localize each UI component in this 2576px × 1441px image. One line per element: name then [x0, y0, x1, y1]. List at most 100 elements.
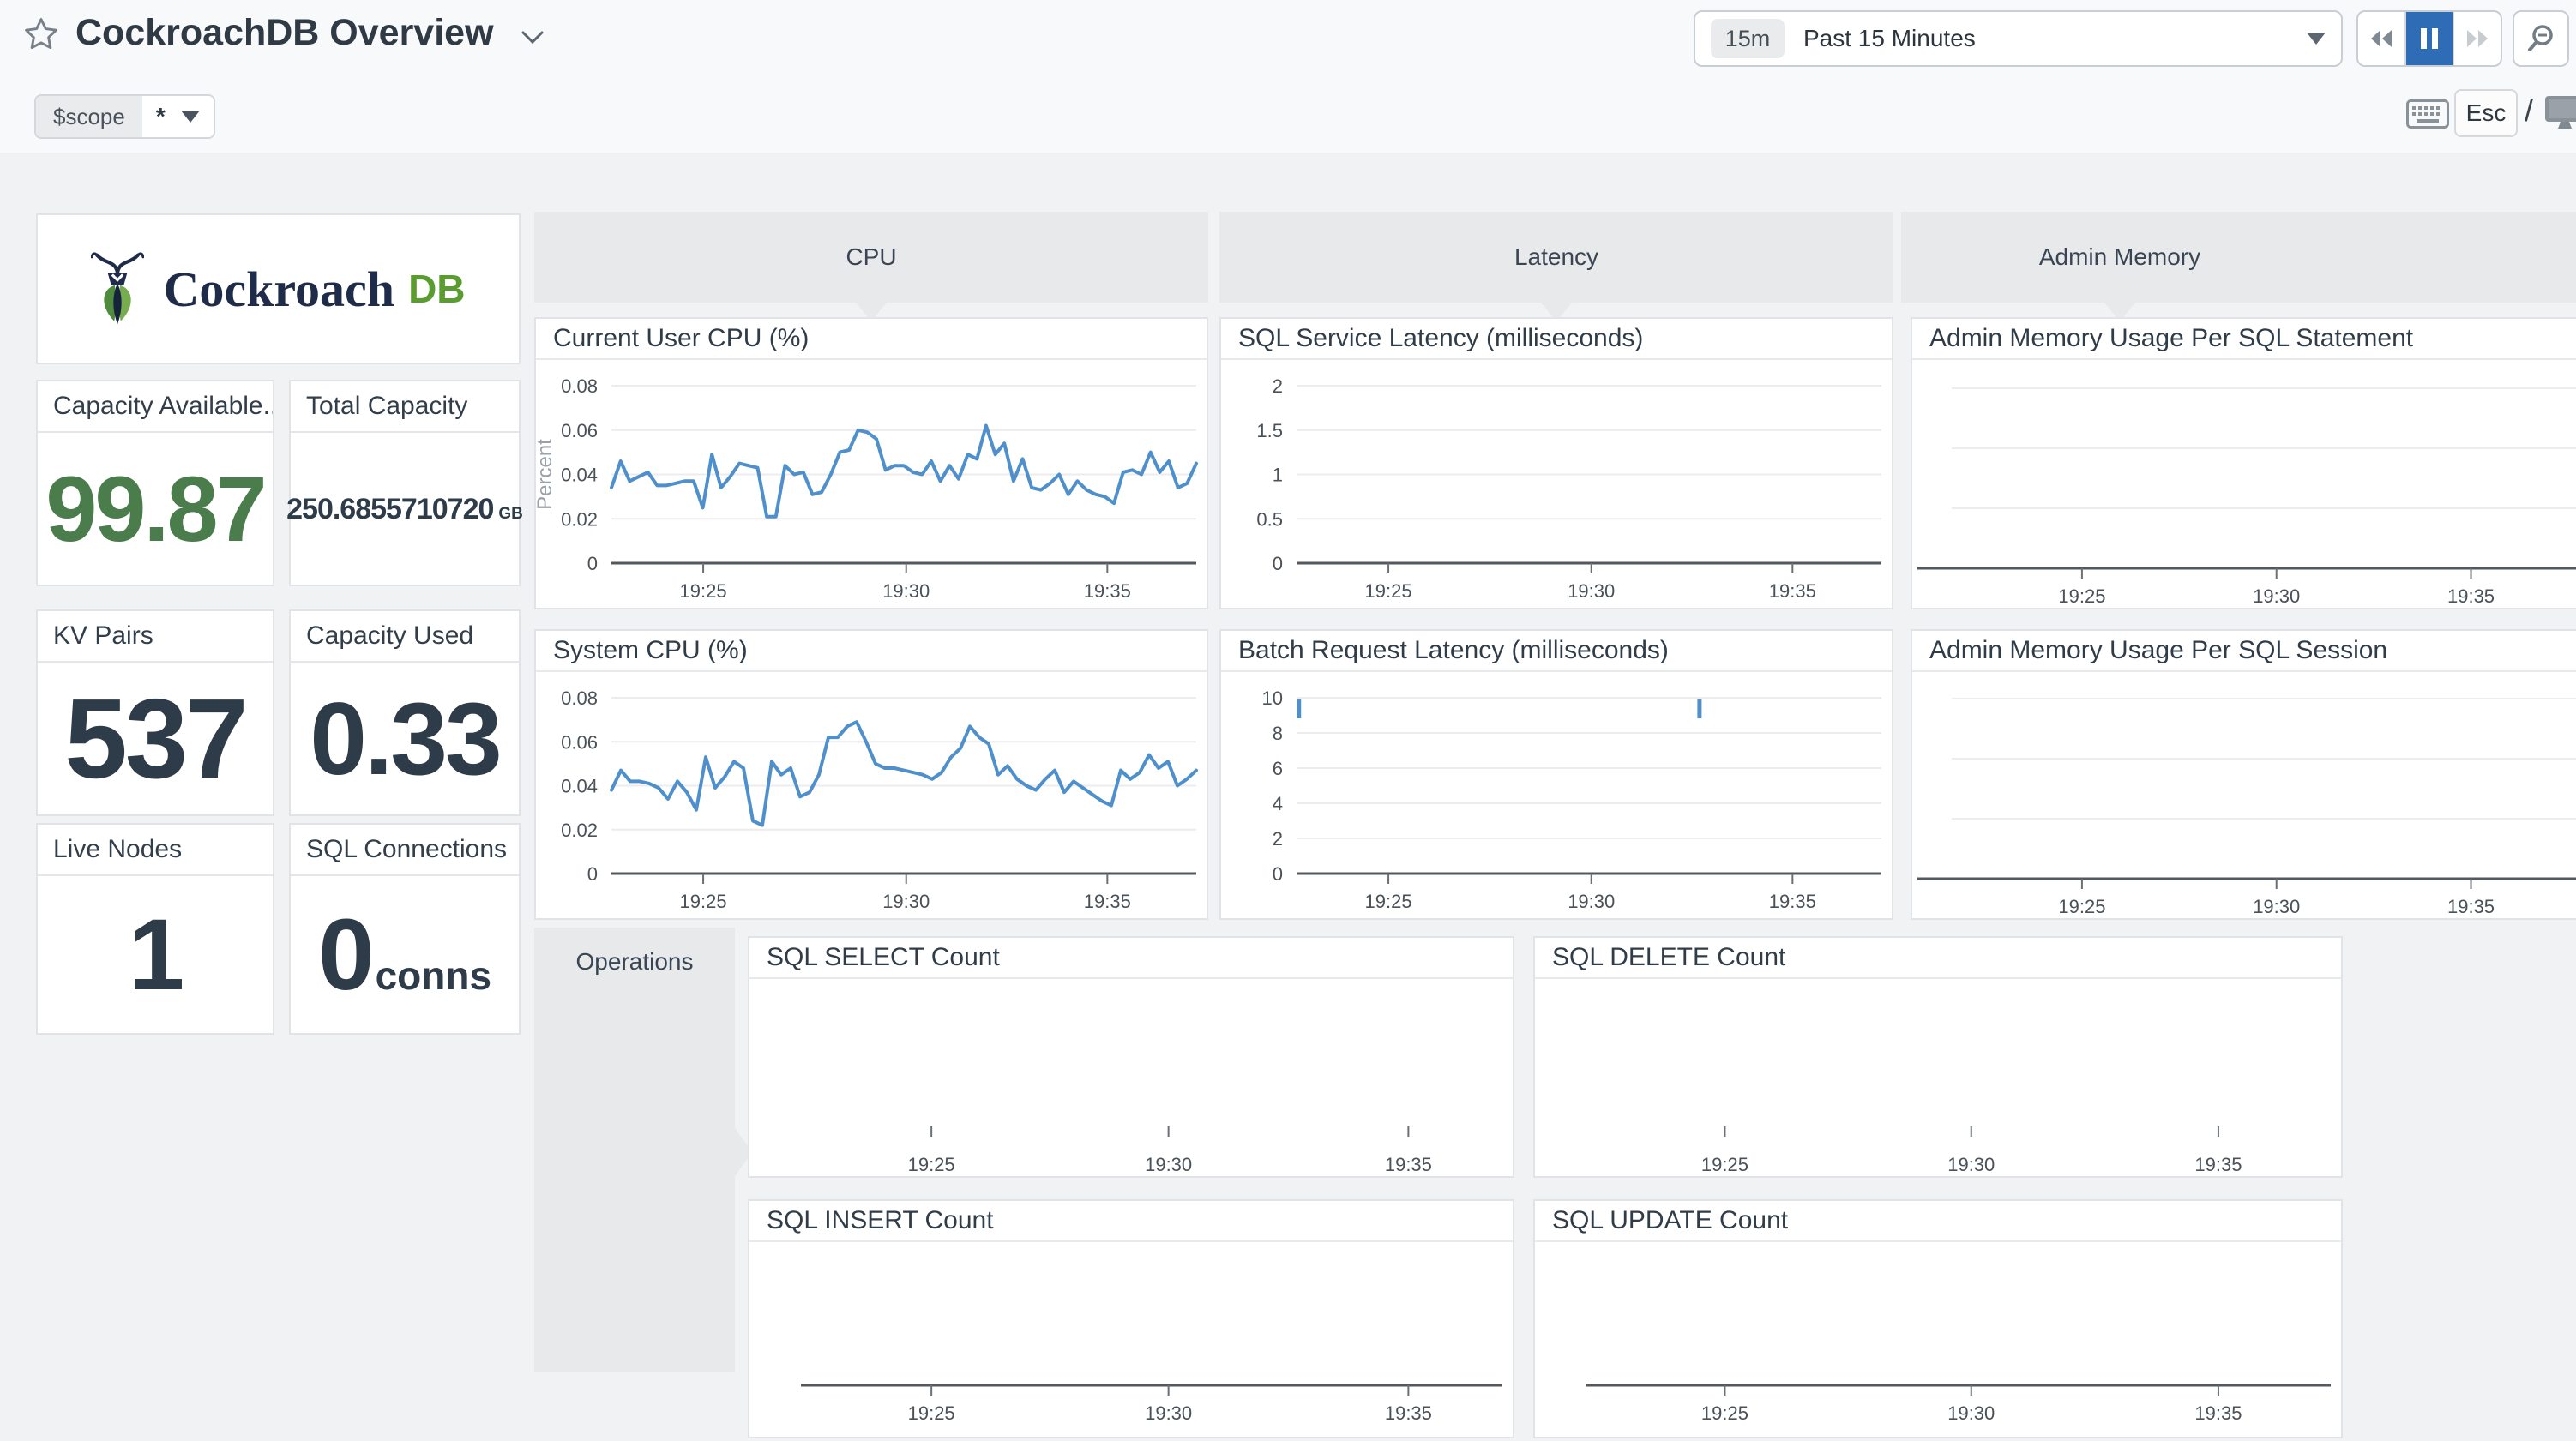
- magnifier-minus-icon: [2525, 23, 2556, 54]
- svg-text:19:25: 19:25: [2058, 896, 2105, 917]
- fast-forward-button[interactable]: [2453, 12, 2501, 65]
- group-label: CPU: [846, 243, 896, 271]
- svg-text:19:35: 19:35: [2447, 896, 2495, 917]
- stat-title: Total Capacity: [291, 381, 519, 433]
- time-dropdown-caret-icon: [2307, 33, 2326, 45]
- svg-text:19:25: 19:25: [680, 891, 727, 912]
- logo-suffix: DB: [408, 266, 465, 312]
- template-var-name: $scope: [36, 96, 142, 137]
- time-range-selector[interactable]: 15m Past 15 Minutes: [1694, 10, 2343, 67]
- svg-text:19:30: 19:30: [1145, 1154, 1192, 1175]
- chart-plot-system-cpu[interactable]: 0.080.060.040.02019:2519:3019:35: [536, 672, 1207, 918]
- chart-title: SQL SELECT Count: [749, 938, 1513, 979]
- stat-value: 537: [64, 682, 245, 796]
- stat-card-total-capacity: Total Capacity 250.6855710720GB: [289, 380, 521, 586]
- star-icon[interactable]: [22, 15, 60, 53]
- chart-plot-sql-service-latency[interactable]: 21.510.5019:2519:3019:35: [1221, 360, 1892, 608]
- stat-card-live-nodes: Live Nodes 1: [36, 823, 274, 1035]
- svg-text:19:30: 19:30: [882, 580, 930, 602]
- zoom-out-button[interactable]: [2513, 10, 2569, 67]
- svg-text:0.04: 0.04: [561, 776, 598, 797]
- shortcut-separator: /: [2525, 93, 2533, 129]
- svg-text:19:25: 19:25: [1701, 1402, 1748, 1424]
- chart-title: SQL Service Latency (milliseconds): [1221, 319, 1892, 360]
- scope-caret-icon: [181, 111, 200, 123]
- svg-text:0.08: 0.08: [561, 687, 598, 709]
- svg-text:19:25: 19:25: [908, 1154, 955, 1175]
- chart-plot-current-user-cpu[interactable]: 0.080.060.040.02019:2519:3019:35Percent: [536, 360, 1207, 608]
- page-title: CockroachDB Overview: [75, 12, 494, 54]
- stat-title: Capacity Available...: [38, 381, 273, 433]
- fullscreen-monitor-icon[interactable]: [2543, 94, 2576, 132]
- title-chevron-down-icon[interactable]: [520, 29, 545, 46]
- chart-plot-sql-insert-count[interactable]: 19:25 19:30 19:35: [749, 1242, 1513, 1437]
- svg-text:19:35: 19:35: [2194, 1154, 2242, 1175]
- stat-title: SQL Connections: [291, 825, 519, 876]
- svg-text:8: 8: [1273, 723, 1283, 744]
- svg-text:Percent: Percent: [536, 439, 557, 510]
- svg-text:19:30: 19:30: [1947, 1154, 1995, 1175]
- svg-text:0.08: 0.08: [561, 375, 598, 397]
- svg-text:19:30: 19:30: [1947, 1402, 1995, 1424]
- stat-card-capacity-used: Capacity Used 0.33: [289, 609, 521, 816]
- chart-title: Current User CPU (%): [536, 319, 1207, 360]
- stat-title: Live Nodes: [38, 825, 273, 876]
- chart-card-admin-memory-statement: Admin Memory Usage Per SQL Statement 19:…: [1911, 317, 2576, 609]
- chart-title: SQL INSERT Count: [749, 1201, 1513, 1242]
- svg-text:0.02: 0.02: [561, 820, 598, 841]
- stat-value: 1: [129, 904, 183, 1006]
- stat-unit: conns: [376, 953, 491, 998]
- chart-plot-sql-select-count[interactable]: 19:2519:3019:35: [749, 979, 1513, 1176]
- chart-plot-admin-memory-session[interactable]: 19:25 19:30 19:35: [1912, 672, 2576, 918]
- stat-title: KV Pairs: [38, 611, 273, 663]
- stat-value: 99.87: [45, 463, 264, 555]
- stat-value: 0.33: [310, 687, 500, 790]
- chart-plot-admin-memory-statement[interactable]: 19:2519:3019:35: [1912, 360, 2576, 608]
- svg-text:19:30: 19:30: [1145, 1402, 1192, 1424]
- esc-key-button[interactable]: Esc: [2454, 89, 2518, 137]
- svg-text:19:25: 19:25: [908, 1402, 955, 1424]
- svg-text:0: 0: [1273, 553, 1283, 574]
- chart-card-admin-memory-session: Admin Memory Usage Per SQL Session 19:25…: [1911, 629, 2576, 920]
- svg-text:0.06: 0.06: [561, 731, 598, 753]
- chart-plot-batch-request-latency[interactable]: 108642019:2519:3019:35: [1221, 672, 1892, 918]
- chart-title: Admin Memory Usage Per SQL Statement: [1912, 319, 2576, 360]
- svg-text:10: 10: [1262, 687, 1283, 709]
- stat-unit: GB: [498, 505, 523, 523]
- chart-plot-sql-delete-count[interactable]: 19:2519:3019:35: [1535, 979, 2341, 1176]
- chart-card-sql-update-count: SQL UPDATE Count 19:25 19:30 19:35: [1533, 1199, 2343, 1438]
- chart-title: Batch Request Latency (milliseconds): [1221, 631, 1892, 672]
- title-row: CockroachDB Overview 15m Past 15 Minutes: [0, 0, 2576, 82]
- chart-card-sql-service-latency: SQL Service Latency (milliseconds) 2 1.5 1…: [1219, 317, 1893, 609]
- stat-value: 0: [318, 898, 372, 1012]
- stat-card-sql-connections: SQL Connections 0conns: [289, 823, 521, 1035]
- chart-card-current-user-cpu: Current User CPU (%) 0.080.060.040.02019…: [534, 317, 1208, 609]
- pause-button[interactable]: [2406, 12, 2453, 65]
- time-preset-label: Past 15 Minutes: [1803, 25, 1976, 52]
- toolbar-row: $scope * Esc /: [0, 82, 2576, 151]
- cockroach-bug-icon: [91, 249, 144, 328]
- svg-text:19:25: 19:25: [1365, 891, 1412, 912]
- group-header-cpu: CPU: [534, 212, 1208, 303]
- group-header-admin-memory: Admin Memory: [1901, 212, 2576, 303]
- chart-plot-sql-update-count[interactable]: 19:25 19:30 19:35: [1535, 1242, 2341, 1437]
- svg-text:1: 1: [1273, 465, 1283, 486]
- svg-text:4: 4: [1273, 793, 1283, 814]
- svg-text:19:35: 19:35: [1385, 1402, 1432, 1424]
- stat-card-capacity-available: Capacity Available... 99.87: [36, 380, 274, 586]
- svg-text:0.02: 0.02: [561, 508, 598, 530]
- keyboard-icon[interactable]: [2406, 99, 2449, 129]
- svg-text:19:35: 19:35: [2194, 1402, 2242, 1424]
- timeline-controls: [2356, 10, 2502, 67]
- svg-text:1.5: 1.5: [1256, 420, 1283, 441]
- svg-text:2: 2: [1273, 828, 1283, 850]
- template-var-value-dropdown[interactable]: *: [142, 96, 214, 137]
- svg-text:19:30: 19:30: [2253, 896, 2300, 917]
- rewind-button[interactable]: [2358, 12, 2406, 65]
- chart-card-batch-request-latency: Batch Request Latency (milliseconds) 10 8…: [1219, 629, 1893, 920]
- chart-title: SQL UPDATE Count: [1535, 1201, 2341, 1242]
- svg-text:2: 2: [1273, 375, 1283, 397]
- stat-card-kv-pairs: KV Pairs 537: [36, 609, 274, 816]
- time-preset-badge: 15m: [1711, 19, 1785, 58]
- template-variable-scope[interactable]: $scope *: [34, 94, 215, 139]
